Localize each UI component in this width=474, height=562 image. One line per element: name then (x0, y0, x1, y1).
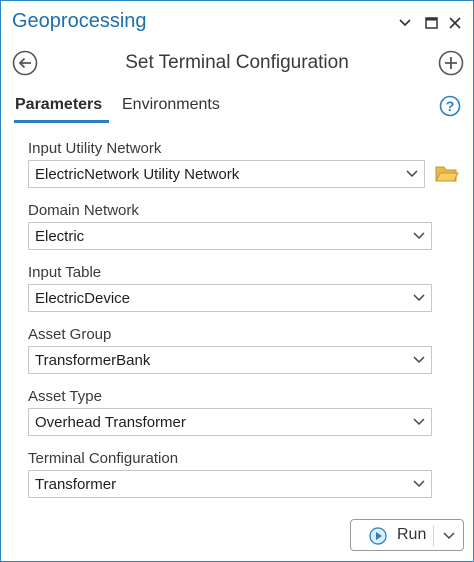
active-tab-indicator (14, 120, 109, 123)
divider (433, 526, 434, 546)
terminal-configuration-combo[interactable]: Transformer (28, 470, 432, 498)
tool-title: Set Terminal Configuration (125, 52, 349, 73)
input-utility-network-combo[interactable]: ElectricNetwork Utility Network (28, 160, 425, 188)
chevron-down-icon[interactable] (413, 232, 425, 240)
svg-text:?: ? (446, 98, 455, 114)
chevron-down-icon[interactable] (413, 418, 425, 426)
param-label-asset-group: Asset Group (28, 326, 112, 343)
close-icon[interactable] (447, 15, 463, 31)
domain-network-combo[interactable]: Electric (28, 222, 432, 250)
asset-group-combo[interactable]: TransformerBank (28, 346, 432, 374)
chevron-down-icon[interactable] (443, 532, 455, 540)
folder-icon[interactable] (435, 163, 459, 185)
combo-value: Transformer (35, 476, 117, 493)
maximize-icon[interactable] (423, 15, 439, 31)
param-label-domain-network: Domain Network (28, 202, 139, 219)
param-label-input-utility-network: Input Utility Network (28, 140, 162, 157)
tab-strip: Parameters Environments ? (1, 93, 473, 123)
chevron-down-icon[interactable] (406, 170, 418, 178)
chevron-down-icon[interactable] (413, 294, 425, 302)
param-label-terminal-configuration: Terminal Configuration (28, 450, 179, 467)
asset-type-combo[interactable]: Overhead Transformer (28, 408, 432, 436)
run-button[interactable]: Run (350, 519, 464, 551)
chevron-down-icon[interactable] (397, 15, 413, 31)
tab-parameters[interactable]: Parameters (15, 96, 102, 114)
add-icon[interactable] (438, 50, 464, 76)
help-icon[interactable]: ? (439, 95, 461, 117)
input-table-combo[interactable]: ElectricDevice (28, 284, 432, 312)
combo-value: TransformerBank (35, 352, 151, 369)
combo-value: Electric (35, 228, 85, 245)
combo-value: ElectricNetwork Utility Network (35, 166, 240, 183)
param-label-asset-type: Asset Type (28, 388, 102, 405)
pane-title: Geoprocessing (12, 10, 147, 32)
run-label: Run (397, 526, 427, 543)
tab-environments[interactable]: Environments (122, 96, 220, 114)
combo-value: ElectricDevice (35, 290, 131, 307)
chevron-down-icon[interactable] (413, 480, 425, 488)
combo-value: Overhead Transformer (35, 414, 186, 431)
play-icon (369, 527, 387, 545)
title-bar: Geoprocessing (1, 1, 473, 45)
chevron-down-icon[interactable] (413, 356, 425, 364)
tool-header: Set Terminal Configuration (1, 45, 473, 81)
param-label-input-table: Input Table (28, 264, 102, 281)
geoprocessing-pane: Geoprocessing Set Terminal Configuration (0, 0, 474, 562)
